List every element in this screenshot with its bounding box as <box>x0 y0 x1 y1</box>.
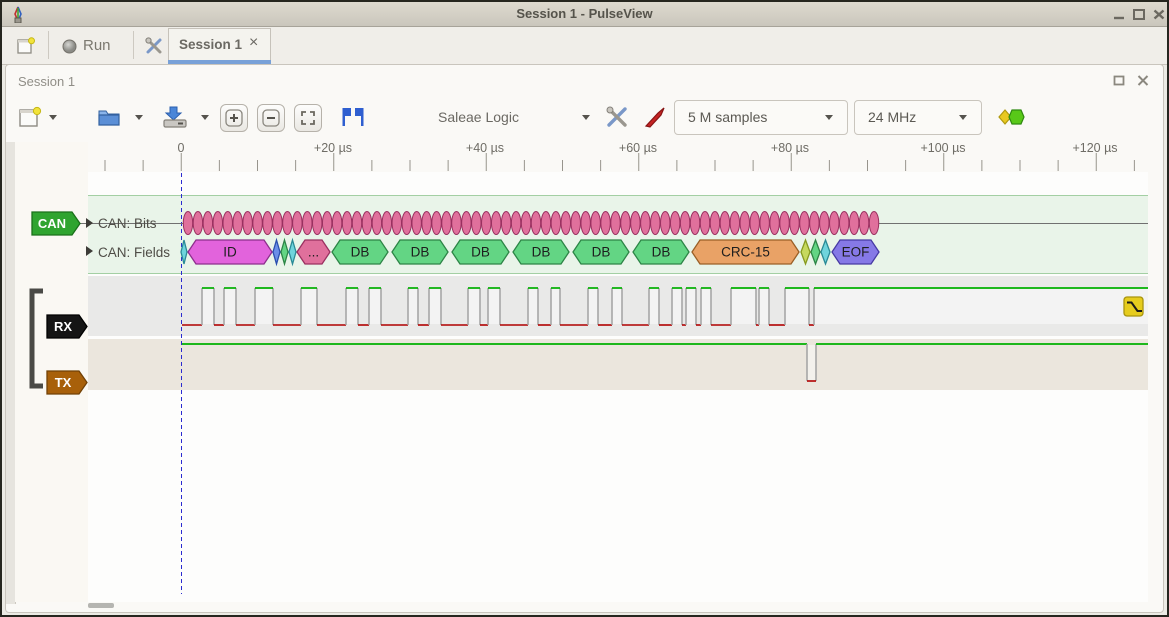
zoom-in-button[interactable] <box>220 104 248 132</box>
probe-icon <box>643 105 667 129</box>
close-button[interactable] <box>1152 8 1166 21</box>
new-session-button[interactable] <box>10 32 42 60</box>
samplerate-select-chevron-icon <box>959 115 967 120</box>
save-file-button[interactable] <box>160 103 188 131</box>
tx-row-background <box>88 339 1148 390</box>
samples-select-chevron-icon <box>825 115 833 120</box>
samples-select-value: 5 M samples <box>688 109 767 125</box>
session-window-title: Session 1 <box>18 74 75 89</box>
maximize-button[interactable] <box>1132 8 1146 21</box>
open-file-button[interactable] <box>94 103 122 131</box>
zoom-out-icon <box>262 109 280 127</box>
new-file-button[interactable] <box>16 103 44 131</box>
samplerate-select-value: 24 MHz <box>868 109 916 125</box>
cursors-flags-icon <box>338 105 368 129</box>
minimize-button[interactable] <box>1112 8 1126 21</box>
samples-select[interactable]: 5 M samples <box>674 100 848 135</box>
decoder-icon <box>996 106 1026 128</box>
tab-close-icon[interactable]: × <box>249 34 258 52</box>
run-button[interactable]: Run <box>55 32 129 60</box>
new-file-icon <box>18 105 42 129</box>
session-restore-button[interactable] <box>1112 74 1126 87</box>
save-file-dropdown-icon[interactable] <box>201 115 209 120</box>
zoom-in-icon <box>225 109 243 127</box>
toolbar-separator <box>133 31 134 59</box>
open-file-dropdown-icon[interactable] <box>135 115 143 120</box>
decoder-row-bits-label[interactable]: CAN: Bits <box>98 216 157 231</box>
samplerate-select[interactable]: 24 MHz <box>854 100 982 135</box>
new-session-icon <box>17 37 36 55</box>
new-file-dropdown-icon[interactable] <box>49 115 57 120</box>
device-select[interactable]: Saleae Logic <box>430 102 598 132</box>
window-title: Session 1 - PulseView <box>2 2 1167 26</box>
decoder-row-background <box>88 195 1148 274</box>
device-config-button[interactable] <box>604 104 632 130</box>
save-icon <box>162 105 188 129</box>
device-select-chevron-icon <box>582 115 590 120</box>
device-select-label: Saleae Logic <box>438 109 519 125</box>
titlebar: Session 1 - PulseView <box>2 2 1167 27</box>
horizontal-scrollbar-thumb[interactable] <box>88 603 114 608</box>
label-gutter <box>15 142 88 602</box>
device-config-tools-icon <box>605 105 629 129</box>
add-decoder-button[interactable] <box>996 104 1028 130</box>
show-cursors-button[interactable] <box>338 105 368 131</box>
toolbar-separator <box>48 31 49 59</box>
settings-button[interactable] <box>139 32 169 60</box>
channels-probe-button[interactable] <box>642 104 668 130</box>
pulseview-window: Session 1 - PulseView Run Session 1 × <box>0 0 1169 617</box>
run-button-label: Run <box>83 37 111 54</box>
expand-arrow-icon[interactable] <box>86 246 93 256</box>
session-close-button[interactable] <box>1136 74 1150 87</box>
zoom-out-button[interactable] <box>257 104 285 132</box>
rx-row-background <box>88 276 1148 336</box>
open-folder-icon <box>96 105 122 129</box>
tab-session-1[interactable]: Session 1 × <box>168 28 271 62</box>
expand-arrow-icon[interactable] <box>86 218 93 228</box>
zoom-fit-button[interactable] <box>294 104 322 132</box>
zoom-fit-icon <box>299 109 317 127</box>
decoder-row-fields-label[interactable]: CAN: Fields <box>98 245 170 260</box>
run-led-icon <box>62 39 77 54</box>
tools-icon <box>144 36 164 56</box>
tab-label: Session 1 <box>179 37 242 52</box>
